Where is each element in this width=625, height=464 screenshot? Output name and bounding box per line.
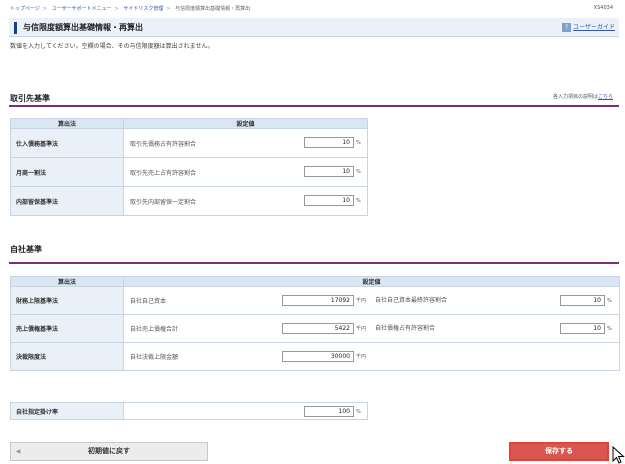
- unit-label: 千円: [356, 354, 367, 360]
- unit-label: %: [607, 325, 612, 332]
- section-divider: [9, 105, 619, 107]
- row-label: 財務上限基準法: [10, 286, 124, 315]
- unit-label: 千円: [356, 326, 367, 332]
- row-label: 仕入債務基準法: [10, 128, 124, 158]
- table-row: 財務上限基準法 自社自己資本 17092 千円 自社自己資本最終許容割合 10%: [10, 286, 620, 315]
- user-guide-link[interactable]: ? ユーザーガイド: [562, 22, 615, 32]
- unit-label: %: [356, 139, 361, 146]
- unit-label: %: [356, 197, 361, 204]
- section-divider: [9, 262, 619, 264]
- own-equity-input[interactable]: 17092: [282, 295, 354, 306]
- field-label-2: 自社債権占有許容割合: [375, 325, 436, 332]
- row-field: 取引先債務占有許容割合 10%: [123, 128, 368, 158]
- row-field: 自社売上債権合計 5422 千円 自社債権占有許容割合 10%: [123, 314, 620, 343]
- unit-label: %: [356, 408, 361, 415]
- field-label: 自社売上債権合計: [130, 326, 179, 333]
- title-accent: [14, 22, 17, 34]
- breadcrumb-item[interactable]: トップページ: [10, 6, 40, 12]
- field-label: 自社決裁上限金額: [130, 354, 179, 361]
- own-receivables-ratio-input[interactable]: 10: [560, 323, 605, 334]
- save-button[interactable]: 保存する: [509, 442, 609, 461]
- unit-label: %: [356, 168, 361, 175]
- row-label: 決裁限度法: [10, 342, 124, 371]
- field-label: 取引先内部留保一定割合: [130, 198, 197, 206]
- client-retained-ratio-input[interactable]: 10: [304, 195, 354, 206]
- breadcrumb-current: 与信限度額算出基礎情報・再算出: [175, 6, 251, 12]
- column-header-method: 算出法: [10, 118, 124, 129]
- field-label: 自社自己資本: [130, 298, 167, 305]
- client-debt-ratio-input[interactable]: 10: [304, 137, 354, 148]
- client-table: 算出法 設定値 仕入債務基準法 取引先債務占有許容割合 10% 月商一割法 取引…: [10, 118, 368, 216]
- section-title-own: 自社基準: [10, 245, 42, 254]
- table-row: 決裁限度法 自社決裁上限金額 30000 千円: [10, 342, 620, 371]
- column-header-setting: 設定値: [123, 276, 620, 287]
- row-field: 自社自己資本 17092 千円 自社自己資本最終許容割合 10%: [123, 286, 620, 315]
- table-row: 売上債権基準法 自社売上債権合計 5422 千円 自社債権占有許容割合 10%: [10, 314, 620, 343]
- mouse-cursor-icon: [612, 446, 625, 464]
- table-row: 仕入債務基準法 取引先債務占有許容割合 10%: [10, 128, 368, 158]
- table-row: 月商一割法 取引先売上占有許容割合 10%: [10, 157, 368, 187]
- breadcrumb-item[interactable]: ユーザーサポートメニュー: [52, 6, 112, 12]
- section-title-client: 取引先基準: [10, 94, 50, 103]
- user-guide-label: ユーザーガイド: [573, 24, 615, 31]
- breadcrumb: トップページ > ユーザーサポートメニュー > サイドリスク管理 > 与信限度額算出基…: [10, 6, 251, 12]
- row-field: 取引先内部留保一定割合 10%: [123, 186, 368, 216]
- save-button-label: 保存する: [545, 447, 573, 455]
- unit-label: %: [607, 297, 612, 304]
- own-approval-limit-input[interactable]: 30000: [282, 351, 354, 362]
- page-description: 数値を入力してください。空欄の場合、その与信限度額は算出されません。: [10, 43, 214, 50]
- breadcrumb-item[interactable]: サイドリスク管理: [123, 6, 163, 12]
- table-row: 内部留保基準法 取引先内部留保一定割合 10%: [10, 186, 368, 216]
- help-note: 各入力項目の説明はこちら: [553, 93, 613, 100]
- row-field: 自社決裁上限金額 30000 千円: [123, 342, 620, 371]
- field-label-2: 自社自己資本最終許容割合: [375, 297, 448, 304]
- help-icon: ?: [562, 23, 572, 32]
- reset-button-label: 初期値に戻す: [88, 447, 130, 455]
- row-label: 内部留保基準法: [10, 186, 124, 216]
- back-arrow-icon: ◀: [15, 448, 21, 455]
- client-sales-ratio-input[interactable]: 10: [304, 166, 354, 177]
- table-row: 自社指定掛け率 100%: [10, 402, 368, 420]
- own-receivables-input[interactable]: 5422: [282, 323, 354, 334]
- own-table: 算出法 設定値 財務上限基準法 自社自己資本 17092 千円 自社自己資本最終許…: [10, 276, 620, 371]
- own-equity-ratio-input[interactable]: 10: [560, 295, 605, 306]
- row-label: 売上債権基準法: [10, 314, 124, 343]
- reset-button[interactable]: ◀ 初期値に戻す: [10, 442, 208, 461]
- page-title: 与信限度額算出基礎情報・再算出: [23, 23, 143, 32]
- screen-id: XS4034: [593, 5, 613, 11]
- help-note-link[interactable]: こちら: [598, 94, 613, 100]
- field-label: 取引先債務占有許容割合: [130, 140, 197, 148]
- own-rate-input[interactable]: 100: [304, 406, 354, 417]
- row-label: 月商一割法: [10, 157, 124, 187]
- rate-table: 自社指定掛け率 100%: [10, 402, 368, 420]
- column-header-method: 算出法: [10, 276, 124, 287]
- top-bar: トップページ > ユーザーサポートメニュー > サイドリスク管理 > 与信限度額算出基…: [0, 0, 625, 12]
- column-header-setting: 設定値: [123, 118, 368, 129]
- row-field: 100%: [123, 402, 368, 420]
- row-field: 取引先売上占有許容割合 10%: [123, 157, 368, 187]
- row-label: 自社指定掛け率: [10, 402, 124, 420]
- help-note-text: 各入力項目の説明は: [552, 94, 598, 100]
- unit-label: 千円: [356, 298, 367, 304]
- field-label: 取引先売上占有許容割合: [130, 169, 197, 177]
- page-title-bar: 与信限度額算出基礎情報・再算出 ? ユーザーガイド: [9, 18, 619, 37]
